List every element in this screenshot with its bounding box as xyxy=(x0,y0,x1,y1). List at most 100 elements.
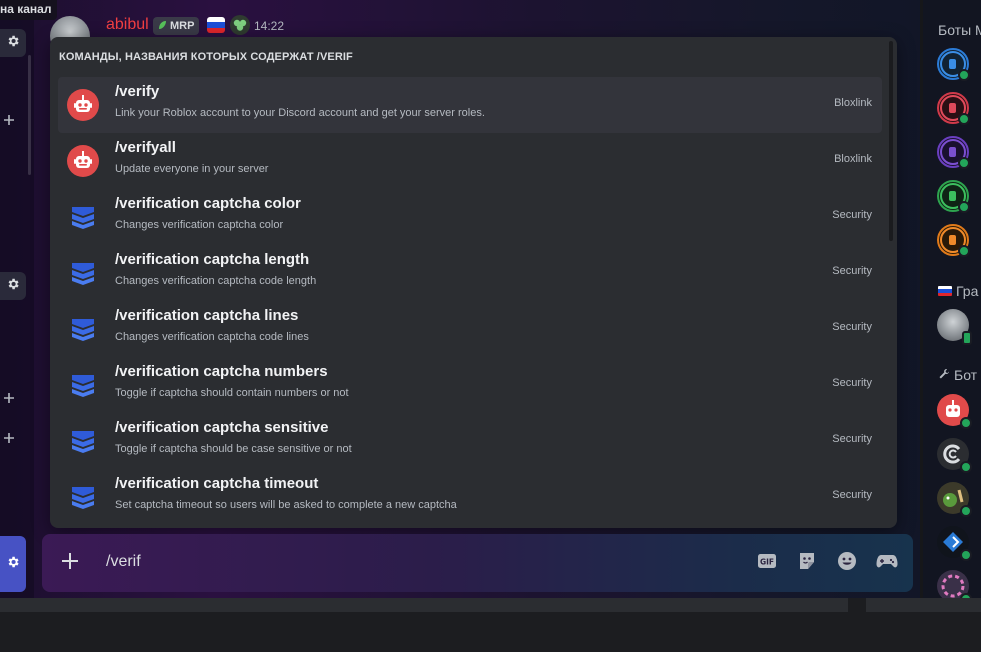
message-username[interactable]: abibul xyxy=(106,16,149,34)
leaf-icon xyxy=(157,20,167,33)
command-name: /verification captcha color xyxy=(115,195,301,212)
command-description: Changes verification captcha code length xyxy=(115,275,317,287)
emoji-button[interactable] xyxy=(835,551,859,575)
command-description: Update everyone in your server xyxy=(115,163,269,175)
member-avatar[interactable] xyxy=(937,570,972,598)
command-option[interactable]: /verification captcha lines Changes verif… xyxy=(58,301,882,357)
plus-icon xyxy=(3,391,15,409)
online-status-icon xyxy=(960,549,972,561)
command-name: /verification captcha numbers xyxy=(115,363,328,380)
activities-button[interactable] xyxy=(875,551,899,575)
command-name: /verification captcha length xyxy=(115,251,310,268)
member-avatar[interactable] xyxy=(937,309,972,345)
sidebar-scrollbar[interactable] xyxy=(28,55,31,175)
member-group-label: Гра xyxy=(956,283,979,299)
command-option[interactable]: /verification captcha sensitive Toggle if… xyxy=(58,413,882,469)
input-actions: GIF xyxy=(755,551,899,575)
command-name: /verification captcha sensitive xyxy=(115,419,329,436)
member-avatar[interactable] xyxy=(937,136,970,169)
wrench-icon xyxy=(938,367,950,383)
mobile-status-icon xyxy=(962,331,972,345)
user-settings-button[interactable] xyxy=(0,536,26,592)
settings-gear-button-2[interactable] xyxy=(0,272,26,300)
command-option[interactable]: /verification captcha numbers Toggle if c… xyxy=(58,357,882,413)
member-group-label: Бот xyxy=(954,367,978,383)
online-status-icon xyxy=(960,417,972,429)
online-status-icon xyxy=(960,461,972,473)
security-layers-icon xyxy=(67,481,99,513)
clover-badge-icon[interactable] xyxy=(230,15,250,35)
command-app-name: Security xyxy=(832,489,872,501)
command-app-name: Security xyxy=(832,321,872,333)
security-layers-icon xyxy=(67,313,99,345)
bloxlink-robot-icon xyxy=(67,89,99,121)
autocomplete-header: КОМАНДЫ, НАЗВАНИЯ КОТОРЫХ СОДЕРЖАТ /VERI… xyxy=(59,51,353,63)
command-name: /verification captcha timeout xyxy=(115,475,319,492)
online-status-icon xyxy=(958,157,970,169)
add-channel-button-2[interactable] xyxy=(0,391,18,409)
command-autocomplete-popup: КОМАНДЫ, НАЗВАНИЯ КОТОРЫХ СОДЕРЖАТ /VERI… xyxy=(50,37,897,528)
member-avatar[interactable] xyxy=(937,394,972,429)
online-status-icon xyxy=(958,113,970,125)
bloxlink-robot-icon xyxy=(67,145,99,177)
command-description: Changes verification captcha color xyxy=(115,219,284,231)
sticker-icon xyxy=(797,551,817,576)
security-layers-icon xyxy=(67,425,99,457)
bottom-bar-left xyxy=(0,598,848,612)
message-input-bar[interactable]: /verif GIF xyxy=(42,534,913,592)
member-avatar[interactable] xyxy=(937,526,972,561)
command-option[interactable]: /verification captcha timeout Set captcha… xyxy=(58,469,882,525)
guild-tag-badge[interactable]: MRP xyxy=(153,17,200,35)
command-app-name: Security xyxy=(832,265,872,277)
message-input[interactable]: /verif xyxy=(106,553,141,571)
plus-icon xyxy=(61,552,79,575)
command-app-name: Security xyxy=(832,209,872,221)
attach-button[interactable] xyxy=(58,551,82,575)
online-status-icon xyxy=(958,201,970,213)
emoji-icon xyxy=(837,551,857,576)
command-name: /verification captcha lines xyxy=(115,307,299,324)
member-avatar[interactable] xyxy=(937,92,970,125)
member-group-label: Боты М xyxy=(938,22,981,38)
channel-label[interactable]: на канал xyxy=(0,0,58,20)
security-layers-icon xyxy=(67,201,99,233)
bottom-strip xyxy=(0,598,981,652)
command-option[interactable]: /verification captcha length Changes veri… xyxy=(58,245,882,301)
command-app-name: Security xyxy=(832,433,872,445)
command-app-name: Security xyxy=(832,377,872,389)
bottom-bar-right xyxy=(866,598,981,612)
add-channel-button[interactable] xyxy=(0,113,18,131)
command-option[interactable]: /verifyall Update everyone in your server… xyxy=(58,133,882,189)
command-name: /verifyall xyxy=(115,139,176,156)
game-controller-icon xyxy=(876,552,898,575)
member-group-header: Бот xyxy=(938,367,977,383)
gear-icon xyxy=(6,277,20,296)
plus-icon xyxy=(3,431,15,449)
gear-icon xyxy=(6,34,20,53)
plus-icon xyxy=(3,113,15,131)
gif-icon: GIF xyxy=(757,553,777,574)
sticker-button[interactable] xyxy=(795,551,819,575)
member-avatar[interactable] xyxy=(937,438,972,473)
guild-tag-label: MRP xyxy=(170,20,195,32)
command-option[interactable]: /verify Link your Roblox account to your … xyxy=(58,77,882,133)
member-avatar[interactable] xyxy=(937,224,970,257)
command-option[interactable]: /verification captcha color Changes verif… xyxy=(58,189,882,245)
settings-gear-button[interactable] xyxy=(0,29,26,57)
add-channel-button-3[interactable] xyxy=(0,431,18,449)
autocomplete-scrollbar[interactable] xyxy=(889,41,893,241)
command-app-name: Bloxlink xyxy=(834,153,872,165)
channel-sidebar-edge: на канал xyxy=(0,0,58,598)
russian-flag-icon xyxy=(207,17,225,33)
ru-flag-icon xyxy=(938,286,952,296)
member-avatar[interactable] xyxy=(937,180,970,213)
member-group-header: Гра xyxy=(938,283,978,299)
online-status-icon xyxy=(960,505,972,517)
gif-button[interactable]: GIF xyxy=(755,551,779,575)
member-avatar[interactable] xyxy=(937,48,970,81)
command-description: Changes verification captcha code lines xyxy=(115,331,309,343)
security-layers-icon xyxy=(67,369,99,401)
member-group-header: Боты М xyxy=(938,22,981,38)
gear-icon xyxy=(6,555,20,574)
member-avatar[interactable] xyxy=(937,482,972,517)
